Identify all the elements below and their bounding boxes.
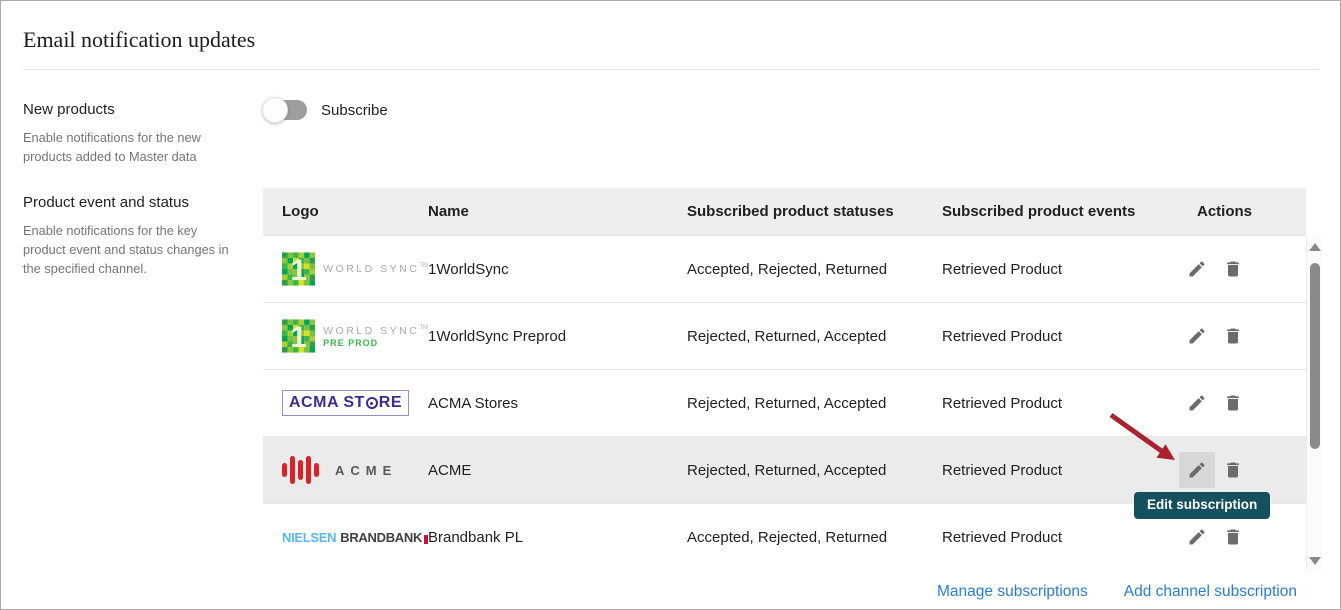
channel-name: Brandbank PL <box>428 529 687 546</box>
trademark-symbol: TM <box>419 325 428 331</box>
subscribed-events: Retrieved Product <box>942 261 1179 278</box>
column-header-statuses: Subscribed product statuses <box>687 203 942 220</box>
edit-subscription-button[interactable] <box>1179 251 1215 287</box>
subscribed-statuses: Rejected, Returned, Accepted <box>687 462 942 479</box>
new-products-description: Enable notifications for the new product… <box>23 128 231 166</box>
delete-subscription-button[interactable] <box>1215 318 1251 354</box>
page-title: Email notification updates <box>23 27 255 53</box>
column-header-actions: Actions <box>1179 203 1306 220</box>
edit-subscription-button[interactable] <box>1179 519 1215 555</box>
acme-waveform-icon <box>282 456 319 484</box>
svg-text:1: 1 <box>290 321 306 353</box>
worldsync-wordmark: WORLD SYNC <box>323 263 419 275</box>
channel-name: ACMA Stores <box>428 395 687 412</box>
trash-icon <box>1223 527 1243 547</box>
subscribed-events: Retrieved Product <box>942 328 1179 345</box>
pencil-icon <box>1187 393 1207 413</box>
email-notification-panel: Email notification updates New products … <box>0 0 1341 610</box>
subscribed-statuses: Accepted, Rejected, Returned <box>687 261 942 278</box>
edit-subscription-button-hovered[interactable] <box>1179 452 1215 488</box>
column-header-events: Subscribed product events <box>942 203 1179 220</box>
subscribed-events: Retrieved Product <box>942 462 1179 479</box>
subscribed-statuses: Accepted, Rejected, Returned <box>687 529 942 546</box>
subscribe-toggle-label: Subscribe <box>321 102 388 119</box>
title-divider <box>23 69 1319 70</box>
table-row: ACMA STRE ACMA Stores Rejected, Returned… <box>263 369 1306 436</box>
delete-subscription-button[interactable] <box>1215 519 1251 555</box>
toggle-knob[interactable] <box>262 97 288 123</box>
acma-target-o-icon <box>366 397 378 409</box>
trash-icon <box>1223 460 1243 480</box>
edit-subscription-button[interactable] <box>1179 385 1215 421</box>
subscribed-events: Retrieved Product <box>942 529 1179 546</box>
svg-text:1: 1 <box>290 254 306 286</box>
delete-subscription-button[interactable] <box>1215 385 1251 421</box>
edit-subscription-button[interactable] <box>1179 318 1215 354</box>
trademark-symbol: TM <box>419 263 428 269</box>
table-row: 1 WORLD SYNCTM PRE PROD 1WorldSync Prepr… <box>263 302 1306 369</box>
subscribed-statuses: Rejected, Returned, Accepted <box>687 328 942 345</box>
pencil-icon <box>1187 259 1207 279</box>
1worldsync-logo: 1 WORLD SYNCTM <box>282 252 428 286</box>
edit-subscription-tooltip: Edit subscription <box>1134 492 1270 519</box>
table-scrollbar[interactable] <box>1306 235 1322 571</box>
scroll-down-arrow-icon[interactable] <box>1309 557 1321 565</box>
acma-store-logo: ACMA STRE <box>282 390 409 416</box>
channel-name: 1WorldSync Preprod <box>428 328 687 345</box>
1worldsync-mosaic-icon: 1 <box>282 252 315 286</box>
pencil-icon <box>1187 460 1207 480</box>
1worldsync-preprod-logo: 1 WORLD SYNCTM PRE PROD <box>282 319 428 353</box>
column-header-logo: Logo <box>263 203 428 220</box>
subscribe-toggle-row: Subscribe <box>263 100 388 120</box>
new-products-label: New products <box>23 101 115 118</box>
trash-icon <box>1223 259 1243 279</box>
nielsen-brandbank-logo: NIELSEN BRANDBANK <box>282 530 428 545</box>
table-row: 1 WORLD SYNCTM 1WorldSync Accepted, Reje… <box>263 235 1306 302</box>
manage-subscriptions-link[interactable]: Manage subscriptions <box>937 583 1088 601</box>
table-header-row: Logo Name Subscribed product statuses Su… <box>263 188 1306 235</box>
channel-name: ACME <box>428 462 687 479</box>
subscribed-events: Retrieved Product <box>942 395 1179 412</box>
worldsync-wordmark: WORLD SYNC <box>323 325 419 337</box>
acme-logo: ACME <box>282 456 428 484</box>
subscribe-toggle[interactable] <box>263 100 307 120</box>
scrollbar-thumb[interactable] <box>1310 263 1320 449</box>
column-header-name: Name <box>428 203 687 220</box>
scroll-up-arrow-icon[interactable] <box>1309 243 1321 251</box>
subscribed-statuses: Rejected, Returned, Accepted <box>687 395 942 412</box>
pencil-icon <box>1187 527 1207 547</box>
delete-subscription-button[interactable] <box>1215 251 1251 287</box>
trash-icon <box>1223 326 1243 346</box>
product-event-description: Enable notifications for the key product… <box>23 221 231 278</box>
delete-subscription-button[interactable] <box>1215 452 1251 488</box>
1worldsync-mosaic-icon: 1 <box>282 319 315 353</box>
preprod-wordmark: PRE PROD <box>323 338 428 348</box>
add-channel-subscription-link[interactable]: Add channel subscription <box>1124 583 1297 601</box>
product-event-label: Product event and status <box>23 194 189 211</box>
pencil-icon <box>1187 326 1207 346</box>
footer-links: Manage subscriptions Add channel subscri… <box>937 583 1297 601</box>
trash-icon <box>1223 393 1243 413</box>
channel-name: 1WorldSync <box>428 261 687 278</box>
